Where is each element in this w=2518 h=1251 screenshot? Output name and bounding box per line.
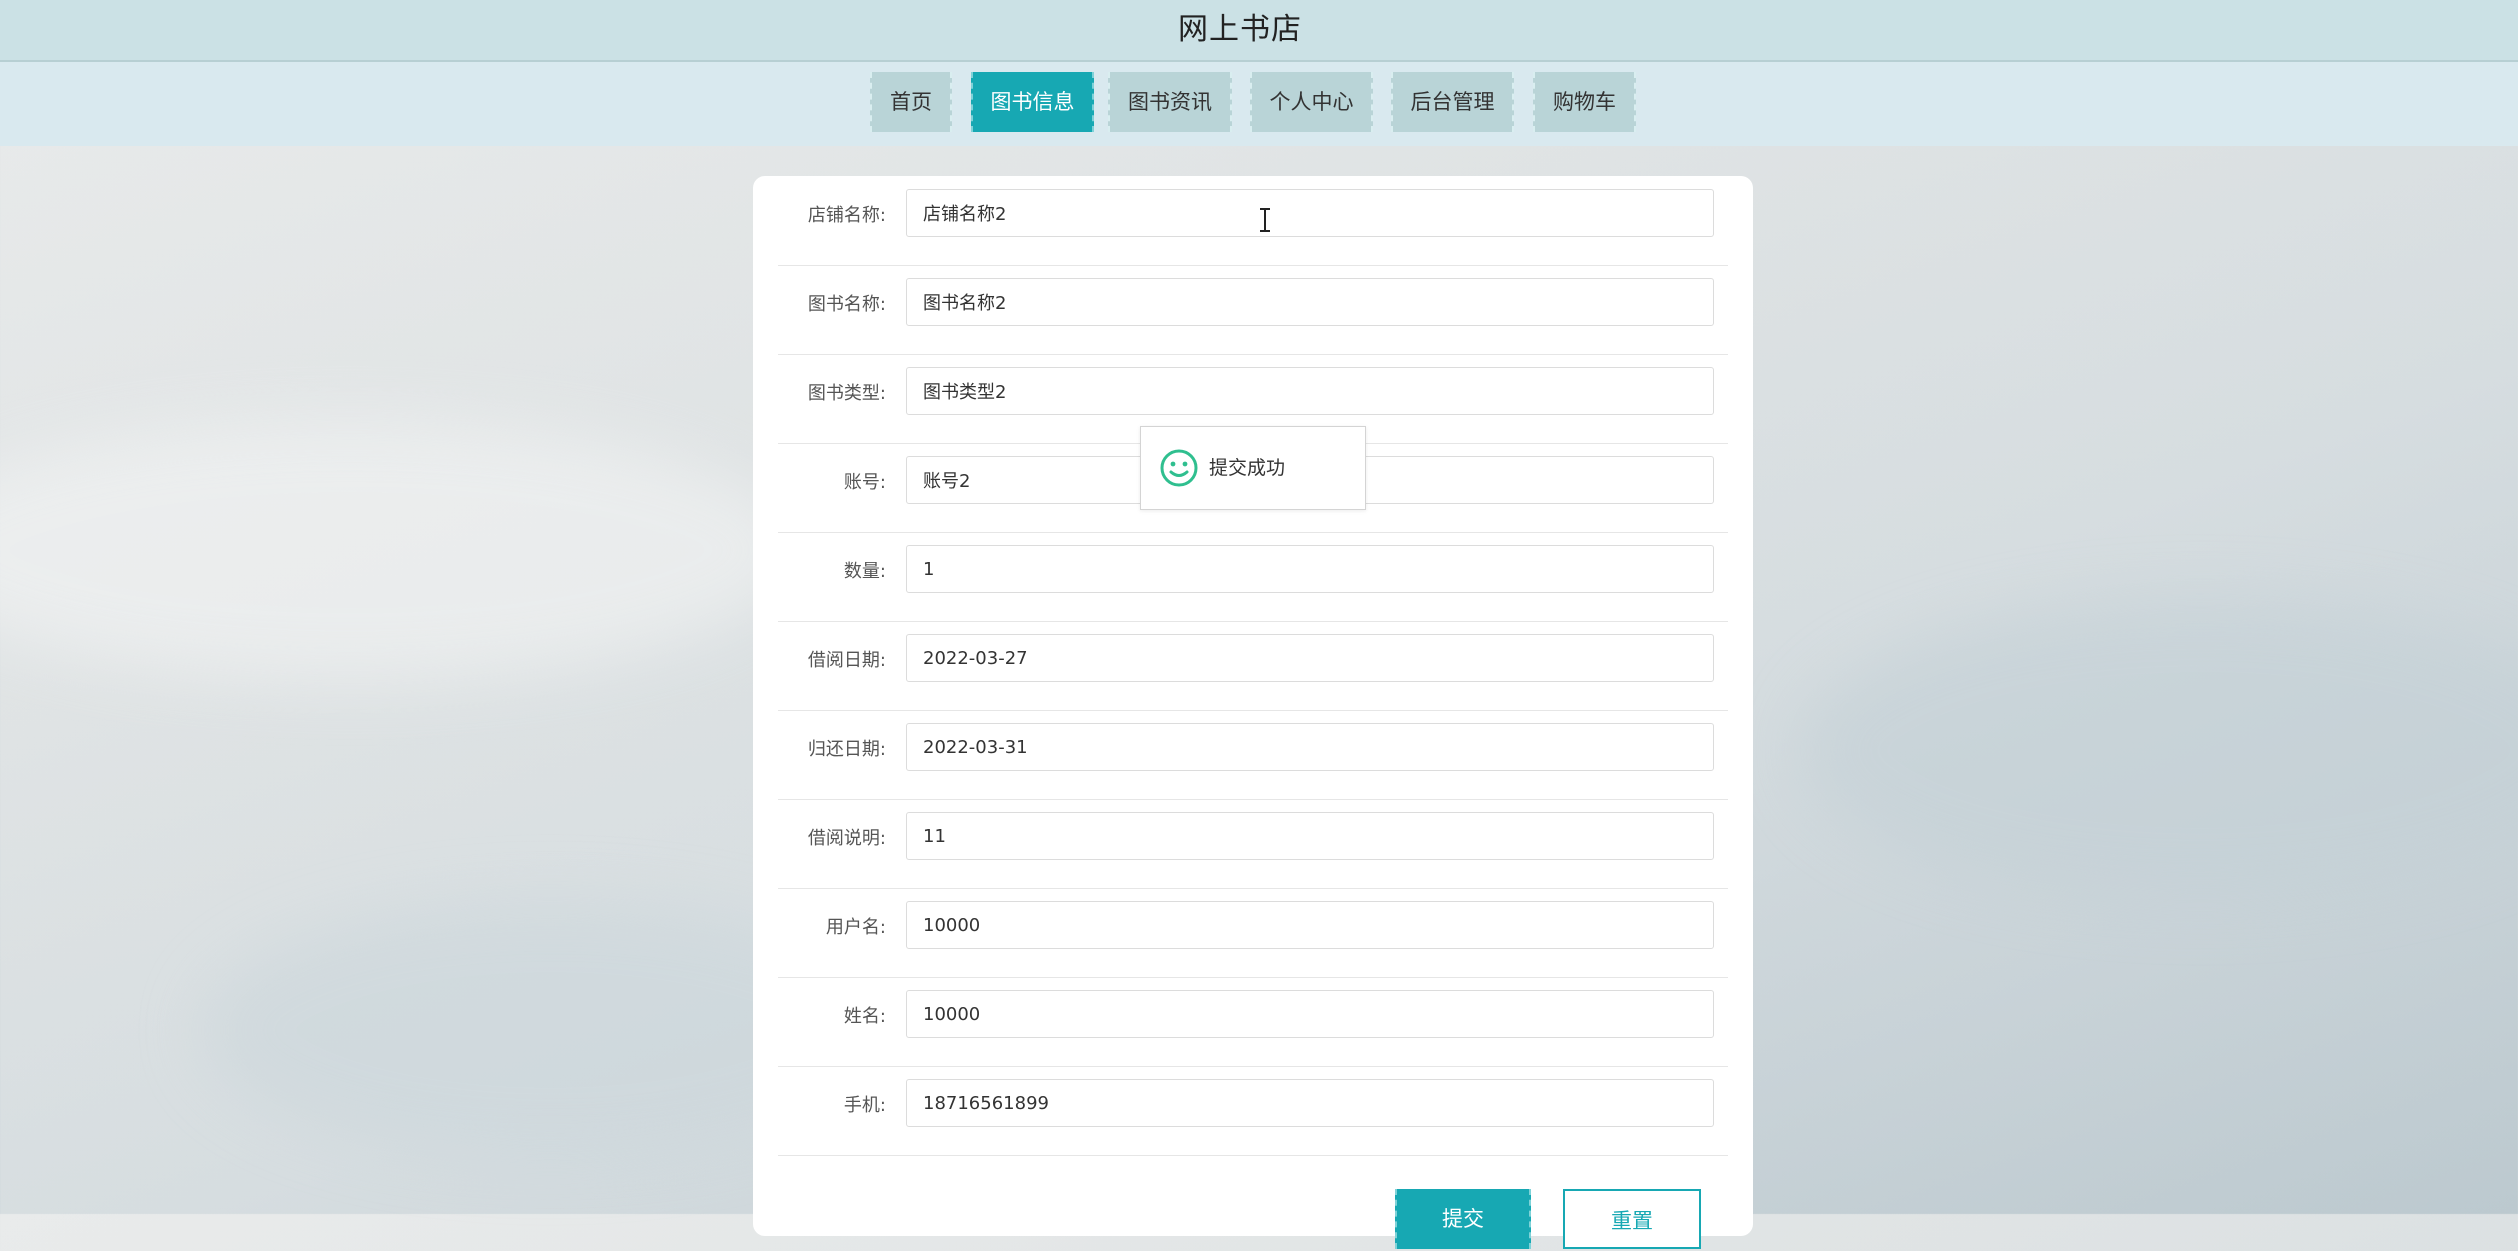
return-date-field[interactable] (906, 723, 1714, 771)
borrow-form-card: 店铺名称: 图书名称: 图书类型: 账号: 数量: 借阅日期: 归还日期: 借阅… (753, 176, 1753, 1236)
book-type-field[interactable] (906, 367, 1714, 415)
text-cursor-icon (1260, 208, 1270, 232)
nav-item-book-news[interactable]: 图书资讯 (1108, 72, 1232, 132)
quantity-field[interactable] (906, 545, 1714, 593)
field-label: 手机: (843, 1095, 886, 1116)
field-label: 借阅日期: (807, 650, 886, 671)
site-title: 网上书店 (1178, 12, 1302, 47)
submit-button[interactable]: 提交 (1395, 1189, 1531, 1249)
username-field[interactable] (906, 901, 1714, 949)
nav-item-admin[interactable]: 后台管理 (1391, 72, 1514, 132)
form-row-quantity: 数量: (778, 532, 1728, 622)
site-header: 网上书店 (0, 0, 2518, 62)
main-nav: 首页 图书信息 图书资讯 个人中心 后台管理 购物车 (0, 62, 2518, 146)
field-label: 账号: (843, 472, 886, 493)
shop-name-field[interactable] (906, 189, 1714, 237)
name-field[interactable] (906, 990, 1714, 1038)
form-row-return-date: 归还日期: (778, 710, 1728, 800)
nav-item-personal-center[interactable]: 个人中心 (1250, 72, 1373, 132)
smile-icon (1160, 449, 1198, 487)
form-row-book-name: 图书名称: (778, 265, 1728, 355)
form-row-borrow-date: 借阅日期: (778, 621, 1728, 711)
form-row-phone: 手机: (778, 1066, 1728, 1156)
phone-field[interactable] (906, 1079, 1714, 1127)
field-label: 姓名: (843, 1006, 886, 1027)
field-label: 图书名称: (807, 294, 886, 315)
reset-button[interactable]: 重置 (1563, 1189, 1701, 1249)
field-label: 图书类型: (807, 383, 886, 404)
field-label: 店铺名称: (807, 205, 886, 226)
field-label: 用户名: (825, 917, 886, 938)
nav-item-cart[interactable]: 购物车 (1533, 72, 1636, 132)
form-row-name: 姓名: (778, 977, 1728, 1067)
background-texture (0, 420, 800, 680)
field-label: 数量: (843, 561, 886, 582)
nav-item-home[interactable]: 首页 (870, 72, 952, 132)
background-texture (1800, 600, 2518, 900)
field-label: 归还日期: (807, 739, 886, 760)
success-toast: 提交成功 (1140, 426, 1366, 510)
form-row-username: 用户名: (778, 888, 1728, 978)
book-name-field[interactable] (906, 278, 1714, 326)
field-label: 借阅说明: (807, 828, 886, 849)
borrow-note-field[interactable] (906, 812, 1714, 860)
borrow-date-field[interactable] (906, 634, 1714, 682)
form-row-shop-name: 店铺名称: (778, 176, 1728, 266)
nav-item-book-info[interactable]: 图书信息 (971, 72, 1094, 132)
toast-message: 提交成功 (1209, 457, 1286, 479)
form-row-borrow-note: 借阅说明: (778, 799, 1728, 889)
